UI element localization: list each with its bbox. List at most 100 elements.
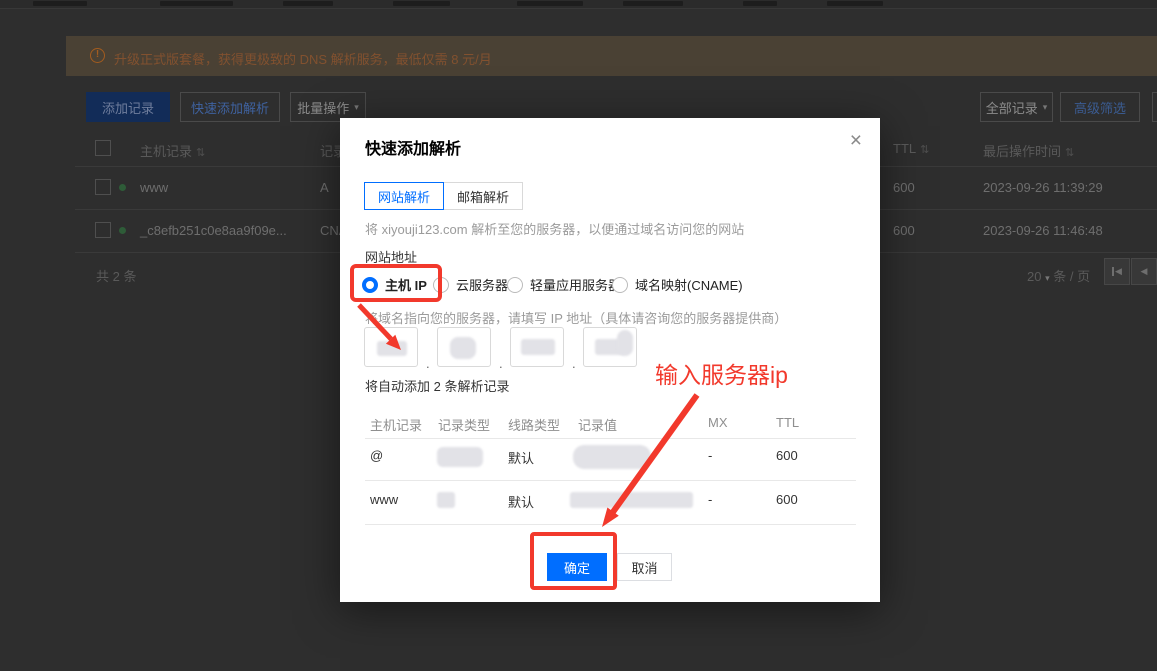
page-size-value: 20	[1027, 269, 1042, 284]
redacted-value	[570, 492, 693, 508]
preview-cell-ttl: 600	[776, 448, 798, 463]
cell-lastop: 2023-09-26 11:46:48	[983, 223, 1103, 238]
ip-hint-text: 将域名指向您的服务器，请填写 IP 地址（具体请咨询您的服务器提供商）	[365, 311, 788, 326]
chevron-down-icon: ▾	[1042, 101, 1048, 112]
top-nav-bar	[0, 0, 1157, 9]
radio-icon	[612, 276, 628, 293]
top-nav-item[interactable]	[33, 1, 87, 6]
prev-page-icon: ◀	[1140, 266, 1148, 276]
radio-lighthouse-server[interactable]: 轻量应用服务器	[507, 276, 621, 293]
dialog-description: 将 xiyouji123.com 解析至您的服务器，以便通过域名访问您的网站	[365, 222, 745, 237]
column-header-lastop[interactable]: 最后操作时间 ⇅	[983, 141, 1074, 160]
top-nav-item[interactable]	[517, 1, 583, 6]
column-header-lastop-label: 最后操作时间	[983, 144, 1062, 159]
toolbar-edge-button[interactable]	[1152, 92, 1157, 122]
cell-host: www	[140, 180, 169, 195]
preview-header-host: 主机记录	[370, 418, 423, 433]
redacted-value	[617, 330, 633, 356]
preview-cell-host: @	[370, 448, 384, 463]
annotation-box-host-ip	[350, 264, 442, 302]
preview-header-ttl: TTL	[776, 415, 800, 430]
auto-add-note: 将自动添加 2 条解析记录	[365, 379, 510, 394]
annotation-box-confirm	[530, 532, 617, 590]
preview-cell-line: 默认	[508, 451, 535, 466]
column-header-host-label: 主机记录	[140, 144, 193, 159]
quick-add-dialog: 快速添加解析 × 网站解析 邮箱解析 将 xiyouji123.com 解析至您…	[340, 118, 880, 602]
radio-cname-mapping[interactable]: 域名映射(CNAME)	[612, 276, 743, 293]
top-nav-item[interactable]	[160, 1, 233, 6]
prev-page-button[interactable]: ◀	[1131, 258, 1157, 285]
page-size-unit: 条 / 页	[1053, 269, 1091, 284]
preview-cell-mx: -	[708, 448, 713, 463]
batch-operations-label: 批量操作	[297, 100, 350, 116]
upgrade-banner: ! 升级正式版套餐，获得更极致的 DNS 解析服务，最低仅需 8 元/月	[66, 36, 1157, 76]
preview-cell-host: www	[370, 492, 399, 507]
top-nav-item[interactable]	[283, 1, 333, 6]
status-dot	[119, 184, 126, 191]
record-filter-dropdown[interactable]: 全部记录 ▾	[980, 92, 1053, 122]
row-checkbox[interactable]	[95, 222, 111, 238]
tab-mail-resolution[interactable]: 邮箱解析	[443, 182, 523, 210]
redacted-value	[521, 339, 555, 355]
top-nav-item[interactable]	[743, 1, 777, 6]
advanced-filter-button[interactable]: 高级筛选	[1060, 92, 1140, 122]
record-filter-label: 全部记录	[985, 100, 1038, 116]
redacted-value	[437, 447, 483, 467]
preview-cell-ttl: 600	[776, 492, 798, 507]
radio-label: 域名映射(CNAME)	[635, 278, 743, 293]
radio-label: 轻量应用服务器	[530, 278, 622, 293]
select-all-checkbox[interactable]	[95, 140, 111, 156]
sort-icon[interactable]: ⇅	[920, 144, 929, 156]
first-page-button[interactable]: ◀	[1104, 258, 1130, 285]
top-nav-item[interactable]	[393, 1, 450, 6]
preview-header-type: 记录类型	[438, 418, 491, 433]
ip-dot-separator: .	[426, 356, 430, 371]
cell-ttl: 600	[893, 180, 915, 195]
redacted-value	[450, 337, 476, 359]
preview-header-mx: MX	[708, 415, 728, 430]
cancel-button[interactable]: 取消	[617, 553, 672, 581]
chevron-down-icon: ▾	[354, 101, 359, 112]
divider	[365, 480, 856, 481]
column-header-ttl-label: TTL	[893, 141, 917, 156]
top-nav-item[interactable]	[827, 1, 883, 6]
radio-cloud-server[interactable]: 云服务器	[433, 276, 508, 293]
redacted-value	[573, 445, 651, 469]
divider	[365, 524, 856, 525]
cell-host: _c8efb251c0e8aa9f09e...	[140, 223, 287, 238]
preview-header-value: 记录值	[578, 418, 618, 433]
row-checkbox[interactable]	[95, 179, 111, 195]
ip-octet-input-2[interactable]	[437, 327, 491, 367]
ip-dot-separator: .	[572, 356, 576, 371]
preview-cell-line: 默认	[508, 495, 535, 510]
page-size-dropdown[interactable]: 20 ▾ 条 / 页	[1027, 266, 1090, 285]
ip-octet-input-1[interactable]	[364, 327, 418, 367]
cell-type: A	[320, 180, 329, 195]
cell-lastop: 2023-09-26 11:39:29	[983, 180, 1103, 195]
preview-header-line: 线路类型	[508, 418, 561, 433]
info-icon: !	[90, 48, 105, 63]
status-dot	[119, 227, 126, 234]
redacted-value	[377, 341, 407, 356]
dialog-title: 快速添加解析	[365, 141, 462, 158]
quick-add-resolution-button[interactable]: 快速添加解析	[180, 92, 280, 122]
redacted-value	[437, 492, 455, 508]
first-page-icon: ◀	[1115, 266, 1122, 276]
sort-icon[interactable]: ⇅	[196, 147, 205, 159]
preview-cell-mx: -	[708, 492, 713, 507]
column-header-ttl[interactable]: TTL ⇅	[893, 141, 929, 156]
ip-octet-input-3[interactable]	[510, 327, 564, 367]
add-record-button[interactable]: 添加记录	[86, 92, 170, 122]
banner-text: 升级正式版套餐，获得更极致的 DNS 解析服务，最低仅需 8 元/月	[114, 52, 492, 67]
sort-icon[interactable]: ⇅	[1065, 147, 1074, 159]
divider	[365, 438, 856, 439]
total-count: 共 2 条	[96, 269, 137, 284]
annotation-text-enter-server-ip: 输入服务器ip	[655, 362, 788, 388]
close-icon[interactable]: ×	[850, 130, 862, 151]
top-nav-item[interactable]	[623, 1, 683, 6]
tab-website-resolution[interactable]: 网站解析	[364, 182, 444, 210]
app-root: ! 升级正式版套餐，获得更极致的 DNS 解析服务，最低仅需 8 元/月 添加记…	[0, 0, 1157, 671]
column-header-host[interactable]: 主机记录 ⇅	[140, 141, 205, 160]
radio-icon	[507, 276, 523, 293]
ip-dot-separator: .	[499, 356, 503, 371]
